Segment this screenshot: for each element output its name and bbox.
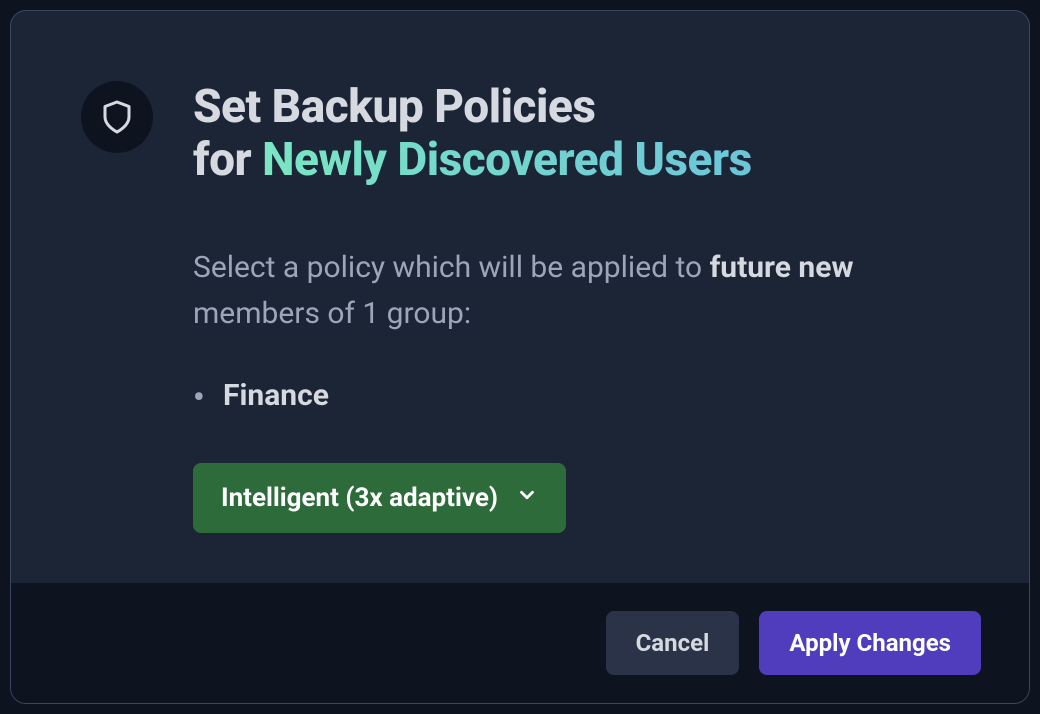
chevron-down-icon bbox=[516, 483, 538, 513]
description-strong: future new bbox=[710, 250, 854, 285]
modal-footer: Cancel Apply Changes bbox=[11, 583, 1029, 703]
title-line1: Set Backup Policies bbox=[193, 80, 595, 134]
apply-button[interactable]: Apply Changes bbox=[759, 611, 981, 675]
title-highlight: Newly Discovered Users bbox=[262, 133, 752, 187]
group-list: Finance bbox=[193, 378, 959, 413]
modal-description: Select a policy which will be applied to… bbox=[193, 245, 959, 338]
description-post: members of 1 group: bbox=[193, 296, 471, 331]
modal-title: Set Backup Policies for Newly Discovered… bbox=[193, 81, 959, 187]
title-prefix: for bbox=[193, 133, 262, 187]
policy-dropdown[interactable]: Intelligent (3x adaptive) bbox=[193, 463, 566, 533]
title-line2: for Newly Discovered Users bbox=[193, 134, 959, 187]
icon-wrapper bbox=[81, 81, 153, 543]
cancel-button[interactable]: Cancel bbox=[606, 611, 740, 675]
policy-selected-label: Intelligent (3x adaptive) bbox=[221, 483, 498, 513]
description-pre: Select a policy which will be applied to bbox=[193, 250, 710, 285]
modal-body: Set Backup Policies for Newly Discovered… bbox=[11, 11, 1029, 583]
list-item: Finance bbox=[193, 378, 959, 413]
shield-icon bbox=[81, 81, 153, 153]
backup-policies-modal: Set Backup Policies for Newly Discovered… bbox=[10, 10, 1030, 704]
modal-content: Set Backup Policies for Newly Discovered… bbox=[193, 81, 959, 543]
